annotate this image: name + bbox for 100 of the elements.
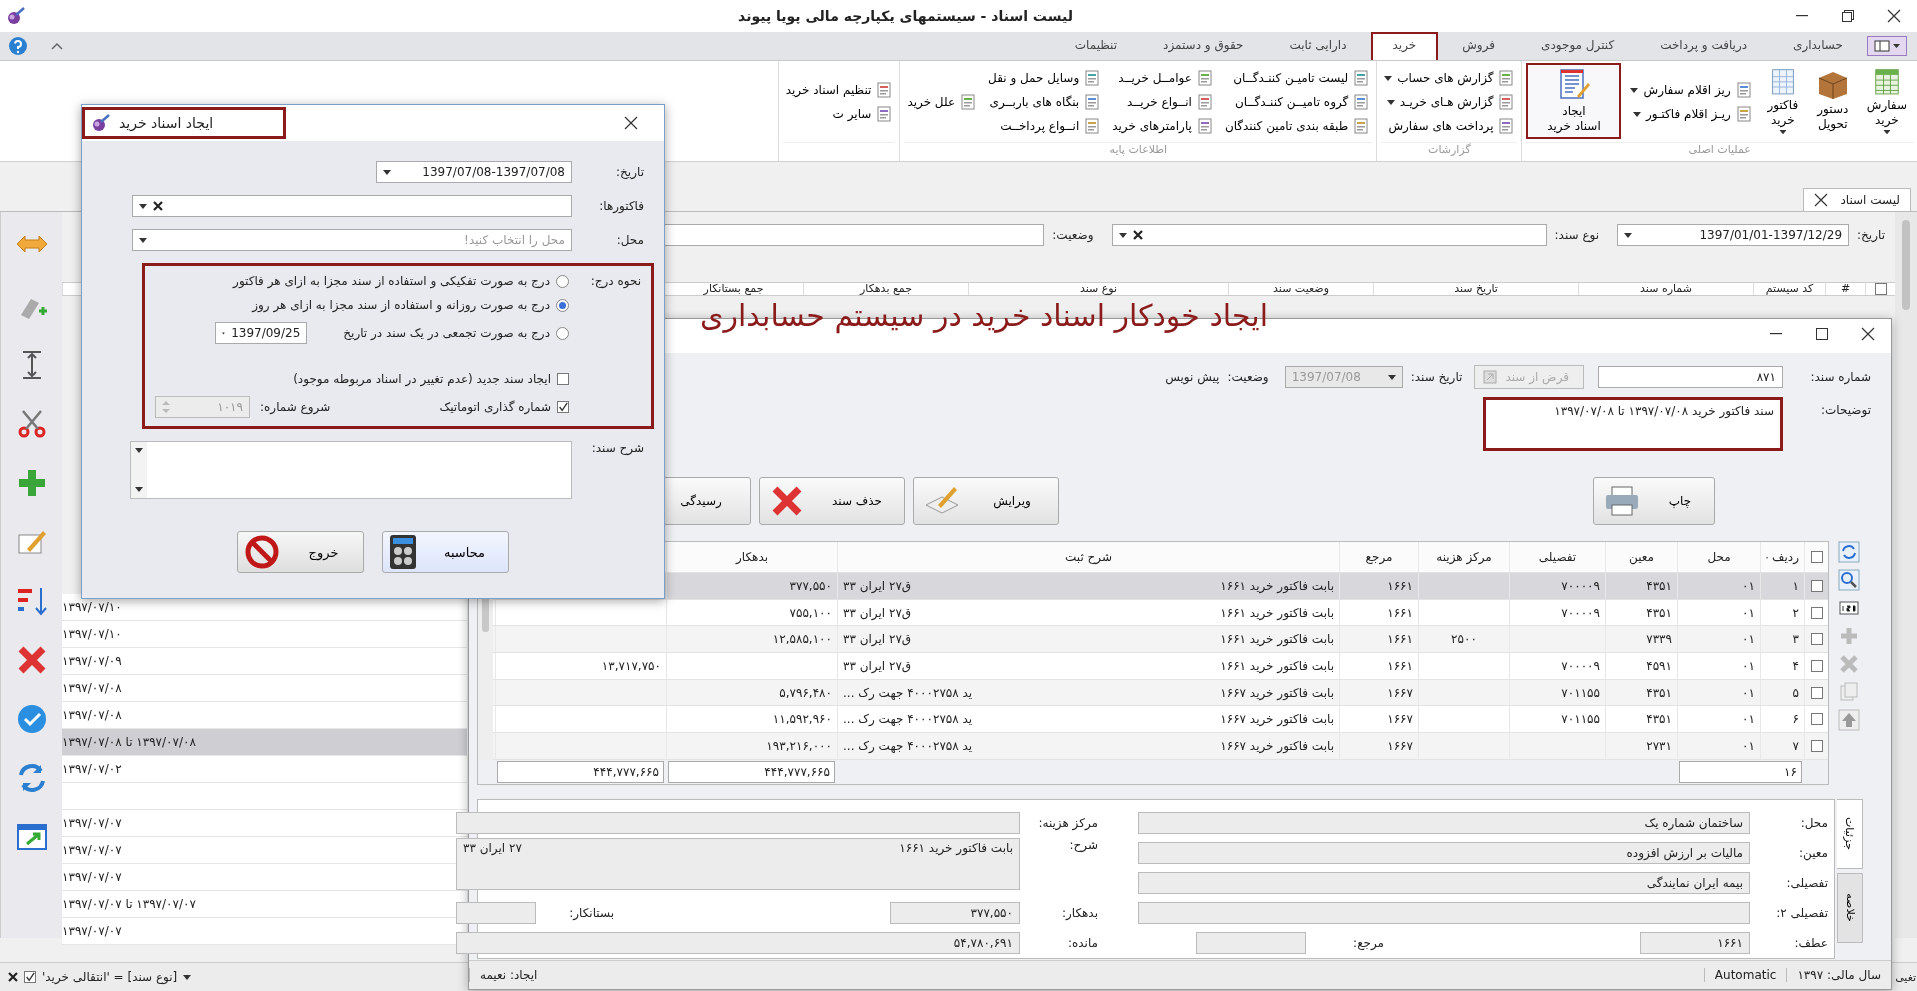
move-up-icon[interactable] <box>1838 709 1860 731</box>
side-tab[interactable]: خلاصه <box>1837 872 1863 943</box>
radio-button[interactable] <box>556 298 569 312</box>
list-row[interactable]: ۱۳۹۷/۰۷/۰۸ <box>62 702 467 730</box>
ribbon-button[interactable]: وسایل حمل و نقل <box>985 68 1104 88</box>
ribbon-button[interactable]: پارامترهای خرید <box>1109 116 1216 136</box>
ribbon-button[interactable]: طبقه بندی تامین کنندگان <box>1221 116 1373 136</box>
scrollbar-thumb[interactable] <box>1902 220 1910 310</box>
minimize-icon[interactable] <box>1770 333 1782 335</box>
help-icon[interactable] <box>8 36 28 56</box>
collapse-icon[interactable] <box>50 41 64 51</box>
column-header[interactable]: شرح ثبت <box>837 542 1339 572</box>
close-icon[interactable] <box>1887 9 1901 23</box>
menu-tab[interactable]: دریافت و پرداخت <box>1638 32 1770 60</box>
column-header[interactable]: تاریخ سند <box>1373 283 1578 296</box>
close-icon[interactable] <box>1814 193 1829 207</box>
column-header[interactable]: نوع سند <box>968 283 1228 296</box>
checkbox[interactable] <box>557 373 569 385</box>
invoices-field[interactable] <box>132 195 572 217</box>
row-checkbox[interactable] <box>1811 579 1823 592</box>
ribbon-button[interactable]: انــواع خریــد <box>1109 92 1216 112</box>
ribbon-button[interactable]: علل خرید <box>904 92 980 112</box>
row-checkbox[interactable] <box>1811 713 1823 726</box>
ribbon-button[interactable]: بنگاه های باربــری <box>985 92 1104 112</box>
list-row[interactable]: ۱۳۹۷/۰۷/۰۸ تا ۱۳۹۷/۰۷/۰۸ <box>62 729 467 757</box>
table-row[interactable]: ۴ ۰۱ ۴۵۹۱ ۷۰۰۰۰۹ ۱۶۶۱ بابت فاکتور خرید ۱۶۶۱ ق۲۷ ایران ۳۳ ۱۳,۷۱۷,۷۵۰ <box>493 653 1828 680</box>
radio-option[interactable]: درج به صورت تجمعی در یک سند در تاریخ <box>343 326 569 340</box>
column-header[interactable]: تفصیلی <box>1509 542 1605 572</box>
description-field[interactable] <box>130 441 572 499</box>
table-row[interactable]: ۳ ۰۱ ۷۳۳۹ ۲۵۰۰ ۱۶۶۱ بابت فاکتور خرید ۱۶۶۱ ق۲۷ ایران ۳۳ ۱۲,۵۸۵,۱۰۰ <box>493 626 1828 654</box>
ribbon-button[interactable]: انــواع پرداخــت <box>985 116 1104 136</box>
menu-tab[interactable]: حقوق و دستمزد <box>1141 32 1266 60</box>
ribbon-button[interactable]: دستور تحویل <box>1810 63 1855 139</box>
ribbon-button[interactable]: گروه تامیــن کننـدگــان <box>1221 92 1373 112</box>
radio-button[interactable] <box>556 274 569 288</box>
ribbon-button[interactable]: گزارش هـای خریـد <box>1381 92 1518 112</box>
date-range-field[interactable]: 1397/07/08-1397/07/08 <box>376 161 572 183</box>
print-button[interactable]: چاپ <box>1593 477 1715 525</box>
doc-number-field[interactable]: ۸۷۱ <box>1598 366 1783 388</box>
menu-tab[interactable]: حسابداری <box>1771 32 1865 60</box>
ribbon-button[interactable]: ریز اقلام سفارش <box>1627 80 1755 100</box>
clear-icon[interactable] <box>153 201 163 211</box>
select-all-checkbox[interactable] <box>1874 283 1887 296</box>
document-tab[interactable]: لیست اسناد <box>1803 188 1911 211</box>
notes-field[interactable]: سند فاکتور خرید ۱۳۹۷/۰۷/۰۸ تا ۱۳۹۷/۰۷/۰۸ <box>1483 397 1783 451</box>
ribbon-button[interactable]: عوامــل خریــد <box>1109 68 1216 88</box>
ribbon-button[interactable]: سایر ت <box>782 104 896 124</box>
minimize-icon[interactable] <box>1796 15 1808 17</box>
column-header[interactable]: جمع بدهکار <box>803 283 968 296</box>
column-header[interactable]: # <box>1825 283 1865 296</box>
checkbox-option[interactable]: ایجاد سند جدید (عدم تغییر در اسناد مربوطه موجود) <box>293 372 569 386</box>
column-header[interactable]: کد سیستم <box>1753 283 1825 296</box>
menu-tab[interactable]: کنترل موجودی <box>1519 32 1637 60</box>
edit-button[interactable]: ویرایش <box>913 477 1059 525</box>
date-field[interactable]: 1397/09/25 <box>215 322 308 344</box>
list-row[interactable]: ۱۳۹۷/۰۷/۱۰ <box>62 621 467 649</box>
row-checkbox[interactable] <box>1811 739 1823 752</box>
column-header[interactable]: محل <box>1677 542 1760 572</box>
ribbon-button[interactable]: لیست تامیـن کننـدگــان <box>1221 68 1373 88</box>
menu-tab[interactable]: تنظیمات <box>1052 32 1140 60</box>
row-checkbox[interactable] <box>1811 633 1823 646</box>
column-header[interactable]: معین <box>1605 542 1677 572</box>
column-header[interactable]: شماره سند <box>1578 283 1753 296</box>
list-row[interactable]: ۱۳۹۷/۰۷/۰۹ <box>62 648 467 676</box>
list-row[interactable]: ۱۳۹۷/۰۷/۰۷ تا ۱۳۹۷/۰۷/۰۷ <box>62 891 467 919</box>
ribbon-button[interactable]: تنظیم اسناد خرید <box>782 80 896 100</box>
side-tab[interactable]: جزئیات <box>1837 798 1863 869</box>
layout-menu-icon[interactable] <box>1867 36 1907 56</box>
column-header[interactable]: مرجع <box>1339 542 1418 572</box>
list-row[interactable]: ۱۳۹۷/۰۷/۰۷ <box>62 918 467 946</box>
row-checkbox[interactable] <box>1811 686 1823 699</box>
ribbon-button[interactable]: سفارش خرید <box>1860 63 1913 139</box>
calculate-button[interactable]: محاسبه <box>382 531 509 573</box>
refresh-icon[interactable] <box>1838 541 1860 563</box>
radio-button[interactable] <box>556 326 569 340</box>
column-header[interactable]: وضعیت سند <box>1228 283 1373 296</box>
close-icon[interactable] <box>624 116 638 130</box>
menu-tab[interactable]: فروش <box>1440 32 1518 60</box>
list-row[interactable]: ۱۳۹۷/۰۷/۰۸ <box>62 675 467 703</box>
list-row[interactable]: ۱۳۹۷/۰۷/۰۲ <box>62 756 467 784</box>
clear-icon[interactable] <box>1132 230 1143 240</box>
ribbon-button[interactable]: گزارش های حساب <box>1381 68 1518 88</box>
search-icon[interactable] <box>1838 569 1860 591</box>
radio-option[interactable]: درج به صورت تفکیکی و استفاده از سند مجزا به ازای هر فاکتور <box>233 274 569 288</box>
maximize-icon[interactable] <box>1816 328 1828 340</box>
menu-tab[interactable]: خرید <box>1370 32 1439 60</box>
checkbox[interactable] <box>557 401 569 413</box>
checkbox-option[interactable]: شماره گذاری اتوماتیک <box>439 400 569 414</box>
list-row[interactable]: ۱۳۹۷/۰۷/۰۷ <box>62 810 467 838</box>
select-all-checkbox[interactable] <box>1810 551 1823 563</box>
exit-button[interactable]: خروج <box>237 531 364 573</box>
list-row[interactable]: ۱۳۹۷/۰۷/۰۷ <box>62 864 467 892</box>
checkbox[interactable] <box>24 971 36 983</box>
ribbon-button[interactable]: فاکتور خرید <box>1760 63 1805 139</box>
column-header[interactable]: ردیف <box>1760 542 1804 572</box>
clear-icon[interactable] <box>8 972 18 982</box>
column-header[interactable]: بدهکار <box>666 542 837 572</box>
ribbon-button[interactable]: ریـز اقلام فاکتـور <box>1627 104 1755 124</box>
column-header[interactable]: مرکز هزینه <box>1418 542 1509 572</box>
menu-tab[interactable]: دارایی ثابت <box>1267 32 1369 60</box>
